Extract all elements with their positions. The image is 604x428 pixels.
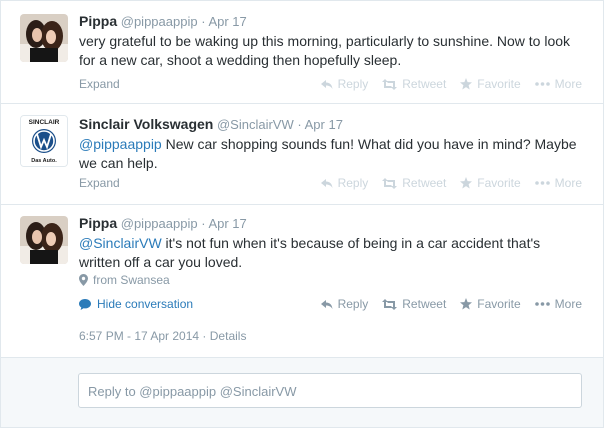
username[interactable]: @pippaappip — [121, 216, 198, 231]
tweet-text-line: @SinclairVW it's not fun when it's becau… — [79, 234, 585, 253]
more-dots-icon — [534, 302, 550, 306]
username[interactable]: @pippaappip — [121, 14, 198, 29]
tweet-expanded[interactable]: Pippa @pippaappip · Apr 17 @SinclairVW i… — [1, 205, 603, 358]
tweet-header: Pippa @pippaappip · Apr 17 — [79, 215, 585, 232]
reply-icon — [320, 178, 333, 188]
tweet-text-line: @pippaappip New car shopping sounds fun!… — [79, 135, 585, 154]
conversation-panel: Pippa @pippaappip · Apr 17 very grateful… — [0, 0, 604, 428]
tweet[interactable]: SINCLAIR Das Auto. Sinclair Volkswagen @… — [1, 104, 603, 205]
reply-icon — [320, 299, 333, 309]
tweet-text: very grateful to be waking up this morni… — [79, 32, 585, 70]
speech-bubble-icon — [79, 298, 91, 310]
tweet-metadata: 6:57 PM - 17 Apr 2014 · Details — [79, 329, 246, 343]
avatar-tagline-text: Das Auto. — [31, 158, 57, 164]
reply-icon — [320, 79, 333, 89]
mention-link[interactable]: @pippaappip — [79, 136, 162, 152]
location-label: from Swansea — [93, 273, 170, 287]
favorite-label: Favorite — [477, 77, 521, 91]
more-action[interactable]: More — [534, 176, 582, 190]
tweet-content: Pippa @pippaappip · Apr 17 @SinclairVW i… — [79, 215, 585, 272]
tweet-text-line: written off a car you loved. — [79, 254, 243, 270]
reply-action[interactable]: Reply — [320, 77, 369, 91]
hide-conversation-label: Hide conversation — [97, 297, 194, 311]
retweet-action[interactable]: Retweet — [382, 297, 446, 311]
expand-link[interactable]: Expand — [79, 176, 120, 190]
tweet-content: Sinclair Volkswagen @SinclairVW · Apr 17… — [79, 116, 585, 173]
mention-link[interactable]: @SinclairVW — [79, 235, 162, 251]
reply-area: Reply to @pippaappip @SinclairVW — [1, 358, 603, 427]
timestamp-link[interactable]: Apr 17 — [208, 216, 246, 231]
details-separator: · — [202, 329, 207, 343]
separator: · — [297, 117, 302, 132]
tweet-actions: Reply Retweet Favorite More — [320, 77, 582, 91]
favorite-action[interactable]: Favorite — [460, 176, 521, 190]
tweet-text-line: very grateful to be waking up this morni… — [79, 33, 571, 49]
favorite-label: Favorite — [477, 297, 521, 311]
tweet-header: Pippa @pippaappip · Apr 17 — [79, 13, 585, 30]
tweet-text: @pippaappip New car shopping sounds fun!… — [79, 135, 585, 173]
avatar[interactable] — [20, 216, 68, 264]
tweet-text-line: for a new car, shoot a wedding then hope… — [79, 52, 402, 68]
fullname[interactable]: Pippa — [79, 215, 117, 231]
hide-conversation-link[interactable]: Hide conversation — [79, 297, 193, 311]
tweet-text-segment: it's not fun when it's because of being … — [161, 235, 541, 251]
star-icon — [460, 177, 473, 189]
timestamp-link[interactable]: Apr 17 — [208, 14, 246, 29]
retweet-action[interactable]: Retweet — [382, 77, 446, 91]
tweet[interactable]: Pippa @pippaappip · Apr 17 very grateful… — [1, 1, 603, 104]
tweet-location[interactable]: from Swansea — [79, 273, 170, 287]
fullname[interactable]: Sinclair Volkswagen — [79, 116, 213, 132]
favorite-label: Favorite — [477, 176, 521, 190]
full-timestamp[interactable]: 6:57 PM - 17 Apr 2014 — [79, 329, 199, 343]
favorite-action[interactable]: Favorite — [460, 77, 521, 91]
retweet-icon — [382, 298, 398, 310]
favorite-action[interactable]: Favorite — [460, 297, 521, 311]
avatar[interactable]: SINCLAIR Das Auto. — [20, 115, 68, 167]
timestamp-link[interactable]: Apr 17 — [305, 117, 343, 132]
more-label: More — [554, 77, 582, 91]
more-label: More — [554, 176, 582, 190]
more-label: More — [554, 297, 582, 311]
separator: · — [201, 216, 206, 231]
more-dots-icon — [534, 181, 550, 185]
tweet-content: Pippa @pippaappip · Apr 17 very grateful… — [79, 13, 585, 70]
star-icon — [460, 298, 473, 310]
tweet-text-segment: New car shopping sounds fun! What did yo… — [161, 136, 577, 152]
more-action[interactable]: More — [534, 77, 582, 91]
avatar[interactable] — [20, 14, 68, 62]
retweet-icon — [382, 78, 398, 90]
reply-label: Reply — [337, 77, 369, 91]
fullname[interactable]: Pippa — [79, 13, 117, 29]
tweet-header: Sinclair Volkswagen @SinclairVW · Apr 17 — [79, 116, 585, 133]
more-dots-icon — [534, 82, 550, 86]
tweet-text: @SinclairVW it's not fun when it's becau… — [79, 234, 585, 272]
more-action[interactable]: More — [534, 297, 582, 311]
star-icon — [460, 78, 473, 90]
location-pin-icon — [79, 274, 88, 286]
reply-label: Reply — [337, 297, 369, 311]
reply-action[interactable]: Reply — [320, 297, 369, 311]
tweet-actions: Reply Retweet Favorite More — [320, 297, 582, 311]
retweet-icon — [382, 177, 398, 189]
avatar-brand-text: SINCLAIR — [29, 119, 60, 126]
details-link[interactable]: Details — [210, 329, 247, 343]
reply-label: Reply — [337, 176, 369, 190]
expand-link[interactable]: Expand — [79, 77, 120, 91]
tweet-text-line: we can help. — [79, 155, 158, 171]
retweet-label: Retweet — [402, 77, 447, 91]
reply-input[interactable]: Reply to @pippaappip @SinclairVW — [78, 373, 582, 408]
reply-action[interactable]: Reply — [320, 176, 369, 190]
retweet-label: Retweet — [402, 176, 447, 190]
tweet-actions: Reply Retweet Favorite More — [320, 176, 582, 190]
separator: · — [201, 14, 206, 29]
retweet-action[interactable]: Retweet — [382, 176, 446, 190]
retweet-label: Retweet — [402, 297, 447, 311]
username[interactable]: @SinclairVW — [217, 117, 294, 132]
